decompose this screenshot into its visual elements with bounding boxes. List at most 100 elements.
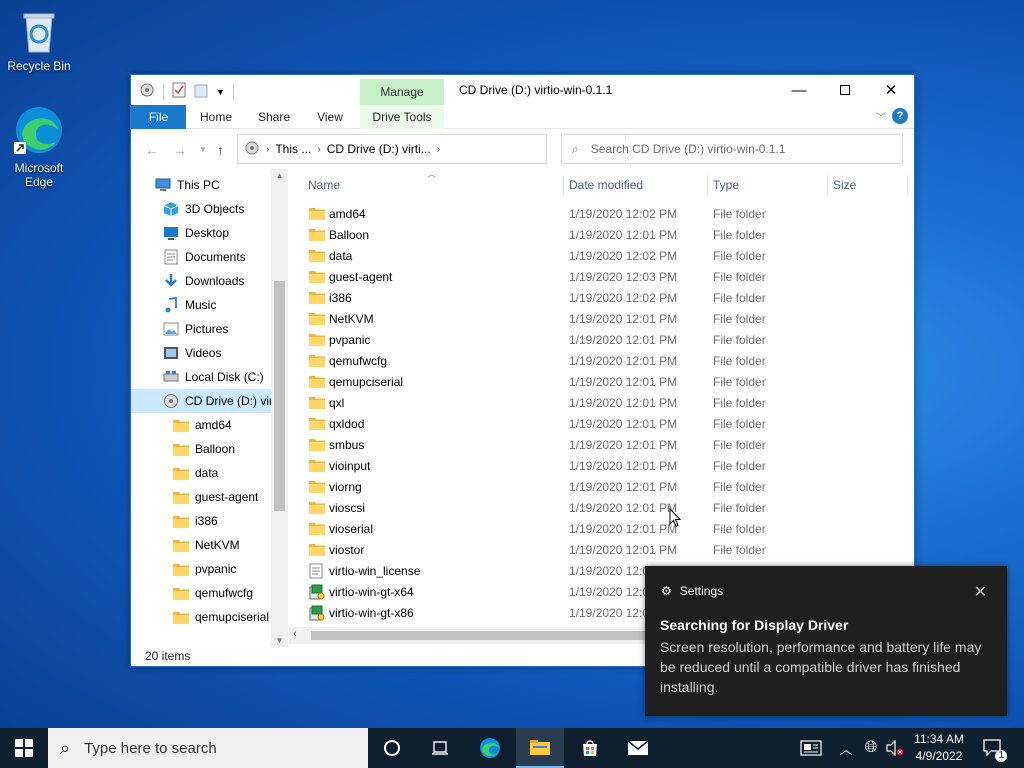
file-row[interactable]: qxldod 1/19/2020 12:01 PM File folder	[301, 413, 901, 434]
column-header-name[interactable]: Name	[308, 169, 340, 201]
file-row[interactable]: guest-agent 1/19/2020 12:03 PM File folder	[301, 266, 901, 287]
minimize-button[interactable]: —	[776, 75, 822, 105]
action-center-button[interactable]: 1	[978, 728, 1010, 768]
tab-view[interactable]: View	[303, 105, 357, 129]
nav-item[interactable]: CD Drive (D:) virt	[131, 389, 271, 413]
downloads-icon	[163, 273, 179, 289]
task-view-button[interactable]	[416, 728, 464, 768]
file-row[interactable]: qemufwcfg 1/19/2020 12:01 PM File folder	[301, 350, 901, 371]
notification-toast[interactable]: ⚙ Settings ✕ Searching for Display Drive…	[645, 566, 1007, 716]
navigation-pane-scrollbar[interactable]: ▲ ▼	[271, 169, 288, 647]
folder-icon	[173, 417, 189, 433]
column-header-size[interactable]: Size	[833, 169, 856, 201]
nav-item[interactable]: Music	[131, 293, 271, 317]
file-row[interactable]: smbus 1/19/2020 12:01 PM File folder	[301, 434, 901, 455]
recent-locations-icon[interactable]: ▼	[199, 145, 207, 154]
tab-drive-tools[interactable]: Drive Tools	[360, 105, 444, 129]
taskbar-clock[interactable]: 11:34 AM 4/9/2022	[908, 731, 970, 765]
file-row[interactable]: data 1/19/2020 12:02 PM File folder	[301, 245, 901, 266]
column-header-date[interactable]: Date modified	[569, 169, 643, 201]
news-and-interests-button[interactable]	[796, 728, 826, 768]
documents-icon	[163, 249, 179, 265]
search-box[interactable]: ⌕	[561, 134, 903, 164]
new-folder-icon[interactable]	[194, 82, 208, 101]
nav-item[interactable]: qemufwcfg	[131, 581, 271, 605]
taskbar-edge-button[interactable]	[466, 728, 514, 768]
close-button[interactable]: ✕	[868, 75, 914, 105]
start-button[interactable]	[0, 728, 48, 768]
file-row[interactable]: pvpanic 1/19/2020 12:01 PM File folder	[301, 329, 901, 350]
nav-item[interactable]: Desktop	[131, 221, 271, 245]
file-row[interactable]: viorng 1/19/2020 12:01 PM File folder	[301, 476, 901, 497]
nav-item[interactable]: i386	[131, 509, 271, 533]
file-row[interactable]: NetKVM 1/19/2020 12:01 PM File folder	[301, 308, 901, 329]
file-row[interactable]: Balloon 1/19/2020 12:01 PM File folder	[301, 224, 901, 245]
quick-access-toolbar: ▼	[139, 82, 234, 101]
scroll-up-icon[interactable]: ▲	[271, 171, 288, 180]
tab-file[interactable]: File	[131, 105, 186, 129]
column-separator[interactable]	[563, 175, 564, 195]
taskbar-search-input[interactable]	[82, 738, 333, 758]
file-row[interactable]: qxl 1/19/2020 12:01 PM File folder	[301, 392, 901, 413]
nav-item[interactable]: This PC	[131, 173, 271, 197]
file-date-modified: 1/19/2020 12:01 PM	[569, 437, 678, 452]
file-row[interactable]: vioserial 1/19/2020 12:01 PM File folder	[301, 518, 901, 539]
show-hidden-icons-button[interactable]: ︿	[836, 728, 856, 768]
file-row[interactable]: vioscsi 1/19/2020 12:01 PM File folder	[301, 497, 901, 518]
nav-item[interactable]: Videos	[131, 341, 271, 365]
taskbar-mail-button[interactable]	[614, 728, 662, 768]
nav-item[interactable]: 3D Objects	[131, 197, 271, 221]
file-row[interactable]: i386 1/19/2020 12:02 PM File folder	[301, 287, 901, 308]
column-separator[interactable]	[907, 175, 908, 195]
properties-icon[interactable]	[172, 82, 186, 101]
nav-item[interactable]: NetKVM	[131, 533, 271, 557]
customize-qat-icon[interactable]: ▼	[216, 87, 225, 97]
nav-item[interactable]: pvpanic	[131, 557, 271, 581]
expand-ribbon-icon[interactable]: ﹀	[876, 109, 886, 124]
cortana-button[interactable]	[368, 728, 416, 768]
scrollbar-thumb[interactable]	[311, 631, 671, 640]
file-name: viostor	[329, 542, 365, 557]
scrollbar-thumb[interactable]	[274, 281, 285, 511]
file-row[interactable]: amd64 1/19/2020 12:02 PM File folder	[301, 203, 901, 224]
nav-item[interactable]: Downloads	[131, 269, 271, 293]
scroll-down-icon[interactable]: ▼	[271, 636, 288, 645]
volume-button[interactable]	[884, 728, 906, 768]
nav-item[interactable]: Balloon	[131, 437, 271, 461]
column-header-type[interactable]: Type	[713, 169, 739, 201]
nav-item[interactable]: qemupciserial	[131, 605, 271, 629]
back-arrow-icon[interactable]: ←	[145, 142, 159, 158]
maximize-button[interactable]	[822, 75, 868, 105]
taskbar-store-button[interactable]	[566, 728, 614, 768]
tab-home[interactable]: Home	[189, 105, 243, 129]
nav-item[interactable]: Local Disk (C:)	[131, 365, 271, 389]
up-arrow-icon[interactable]: ↑	[217, 142, 224, 158]
taskbar-file-explorer-button[interactable]	[516, 728, 564, 768]
file-row[interactable]: vioinput 1/19/2020 12:01 PM File folder	[301, 455, 901, 476]
nav-item[interactable]: guest-agent	[131, 485, 271, 509]
store-icon	[583, 740, 597, 756]
forward-arrow-icon[interactable]: →	[173, 142, 187, 158]
toast-close-button[interactable]: ✕	[974, 582, 987, 602]
help-icon[interactable]: ?	[892, 108, 908, 124]
folder-icon	[309, 227, 325, 242]
column-separator[interactable]	[707, 175, 708, 195]
file-row[interactable]: viostor 1/19/2020 12:01 PM File folder	[301, 539, 901, 560]
title-bar[interactable]: ▼ Manage CD Drive (D:) virtio-win-0.1.1 …	[131, 75, 914, 109]
file-name: guest-agent	[329, 269, 393, 284]
scroll-left-icon[interactable]: ‹	[293, 628, 297, 640]
search-input[interactable]	[588, 141, 889, 157]
file-name: vioscsi	[329, 500, 366, 515]
column-separator[interactable]	[827, 175, 828, 195]
nav-item[interactable]: amd64	[131, 413, 271, 437]
nav-item[interactable]: data	[131, 461, 271, 485]
file-row[interactable]: qemupciserial 1/19/2020 12:01 PM File fold…	[301, 371, 901, 392]
nav-item[interactable]: Pictures	[131, 317, 271, 341]
tab-share[interactable]: Share	[247, 105, 301, 129]
taskbar-search-box[interactable]: ⌕	[48, 728, 368, 768]
desktop-icon-edge[interactable]: Microsoft Edge	[1, 104, 77, 189]
nav-item[interactable]: Documents	[131, 245, 271, 269]
network-button[interactable]: 🌐︎	[860, 728, 882, 768]
file-name: Balloon	[329, 227, 370, 242]
desktop-icon-recycle-bin[interactable]: Recycle Bin	[1, 8, 77, 73]
